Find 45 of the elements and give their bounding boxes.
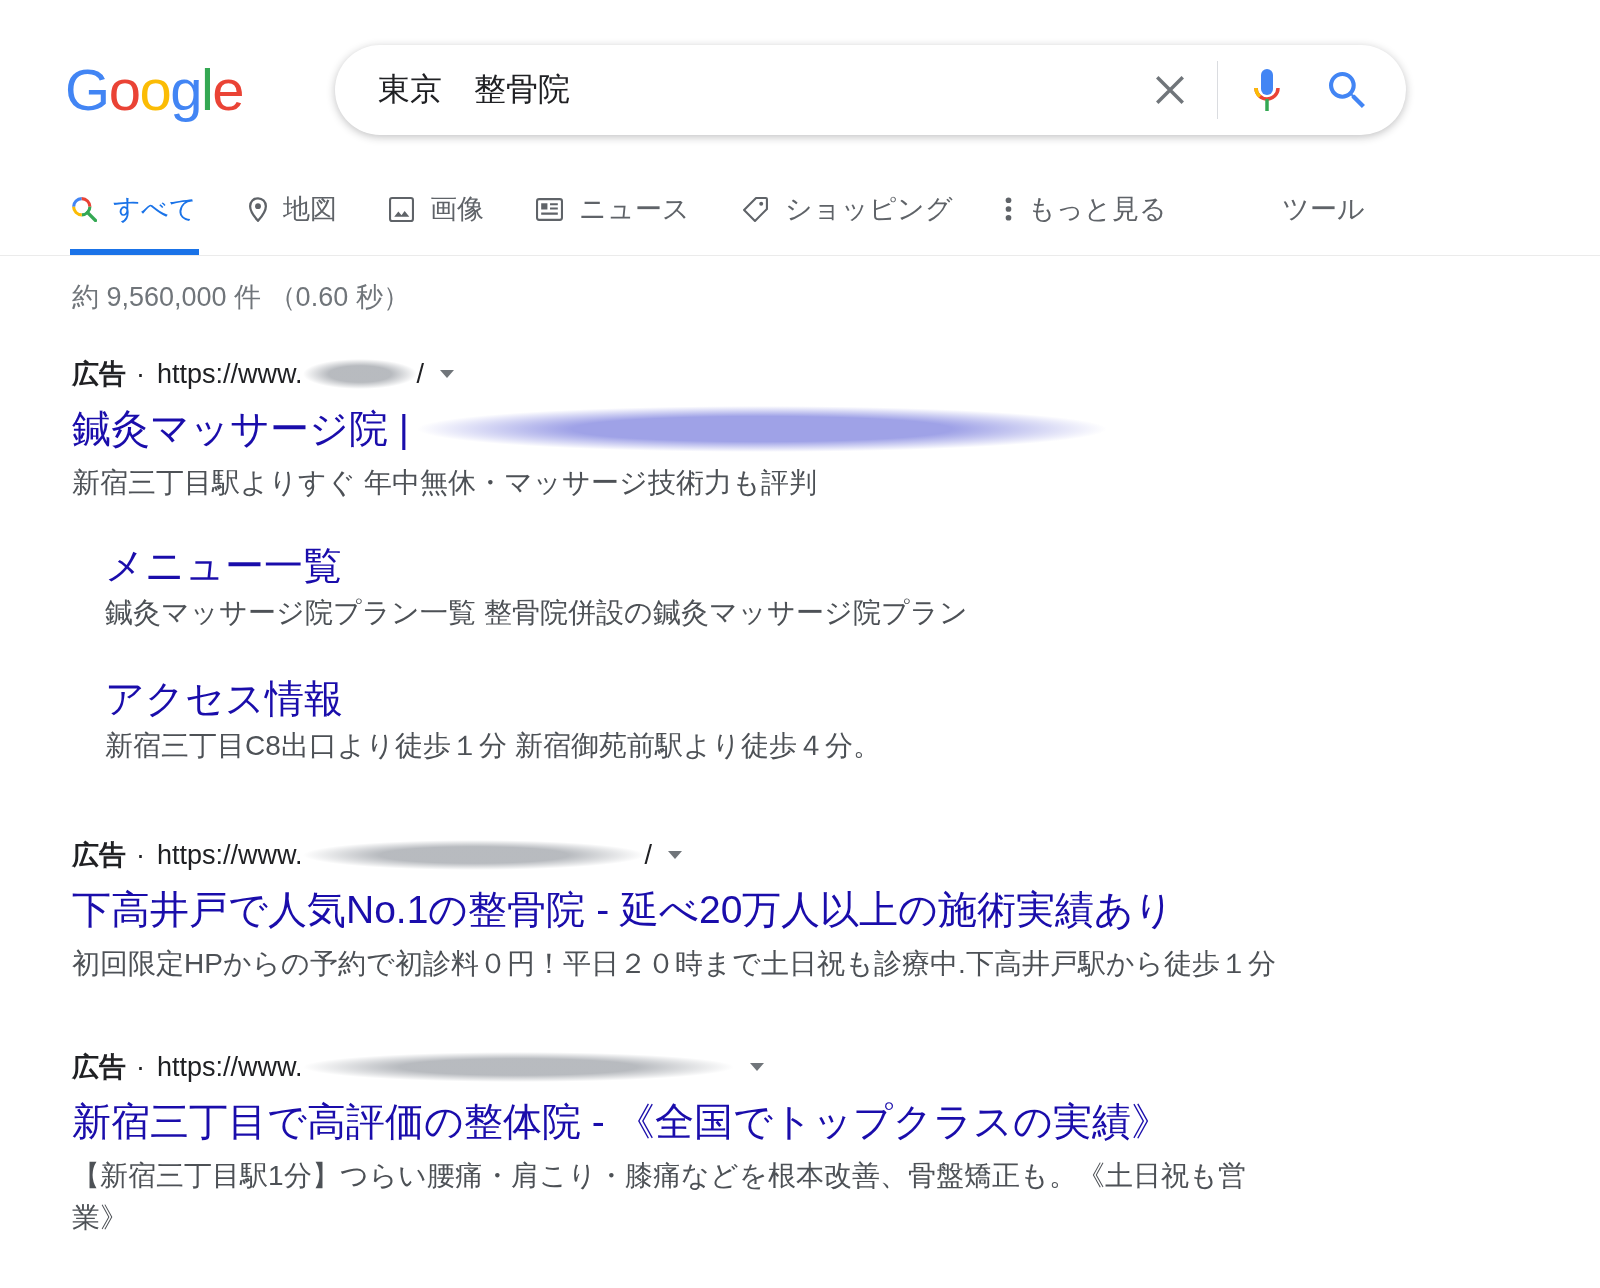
- sitelink-title[interactable]: アクセス情報: [105, 673, 343, 725]
- caret-icon[interactable]: [440, 370, 455, 378]
- microphone-icon: [1254, 69, 1280, 111]
- sitelink-description: 新宿三丁目C8出口より徒歩１分 新宿御苑前駅より徒歩４分。: [105, 729, 881, 763]
- voice-search-button[interactable]: [1254, 69, 1280, 111]
- result-title[interactable]: 新宿三丁目で高評価の整体院 - 《全国でトップクラスの実績》: [72, 1096, 1170, 1148]
- newspaper-icon: [536, 197, 563, 221]
- tab[interactable]: 画像: [387, 169, 486, 255]
- result-description: 【新宿三丁目駅1分】つらい腰痛・肩こり・膝痛などを根本改善、骨盤矯正も。《土日祝も営業》: [72, 1159, 1247, 1235]
- result-title[interactable]: 鍼灸マッサージ院 |: [72, 403, 409, 455]
- tag-icon: [742, 195, 769, 223]
- tools-button[interactable]: ツール: [1282, 169, 1365, 255]
- separator-dot: ·: [136, 358, 145, 390]
- ad-url: https://www.: [157, 1051, 303, 1083]
- map-pin-icon: [249, 196, 267, 222]
- ad-url: https://www.: [157, 358, 303, 390]
- sitelink-title[interactable]: メニュー一覧: [105, 540, 342, 592]
- tab[interactable]: ショッピング: [740, 169, 955, 255]
- ad-url: https://www.: [157, 839, 303, 871]
- tab[interactable]: もっと見る: [1003, 169, 1169, 255]
- vertical-dots-icon: [1005, 197, 1012, 221]
- sitelink-description: 鍼灸マッサージ院プラン一覧 整骨院併設の鍼灸マッサージ院プラン: [105, 596, 968, 630]
- result-description: 初回限定HPからの予約で初診料０円！平日２０時まで土日祝も診療中.下高井戸駅から徒歩１分: [72, 947, 1276, 981]
- search-button[interactable]: [1329, 72, 1365, 108]
- caret-icon[interactable]: [749, 1063, 764, 1071]
- image-icon: [389, 196, 414, 222]
- clear-button[interactable]: [1155, 75, 1185, 105]
- ad-url: /: [416, 358, 425, 390]
- close-icon: [1155, 75, 1185, 105]
- caret-icon[interactable]: [668, 851, 683, 859]
- separator-dot: ·: [136, 1051, 145, 1083]
- ad-label: 広告: [72, 1051, 126, 1084]
- search-icon: [1329, 72, 1365, 108]
- tab[interactable]: 地図: [247, 169, 339, 255]
- search-input[interactable]: 東京 整骨院: [378, 65, 1155, 115]
- result-description: 新宿三丁目駅よりすぐ 年中無休・マッサージ技術力も評判: [72, 466, 817, 500]
- ad-label: 広告: [72, 839, 126, 872]
- search-icon: [72, 196, 97, 222]
- ad-label: 広告: [72, 358, 126, 391]
- tab[interactable]: すべて: [70, 169, 199, 255]
- separator-dot: ·: [136, 839, 145, 871]
- result-title[interactable]: 下高井戸で人気No.1の整骨院 - 延べ20万人以上の施術実績あり: [72, 884, 1175, 936]
- tab[interactable]: ニュース: [534, 169, 692, 255]
- result-stats: 約 9,560,000 件 （0.60 秒）: [72, 281, 410, 314]
- ad-url: /: [644, 839, 653, 871]
